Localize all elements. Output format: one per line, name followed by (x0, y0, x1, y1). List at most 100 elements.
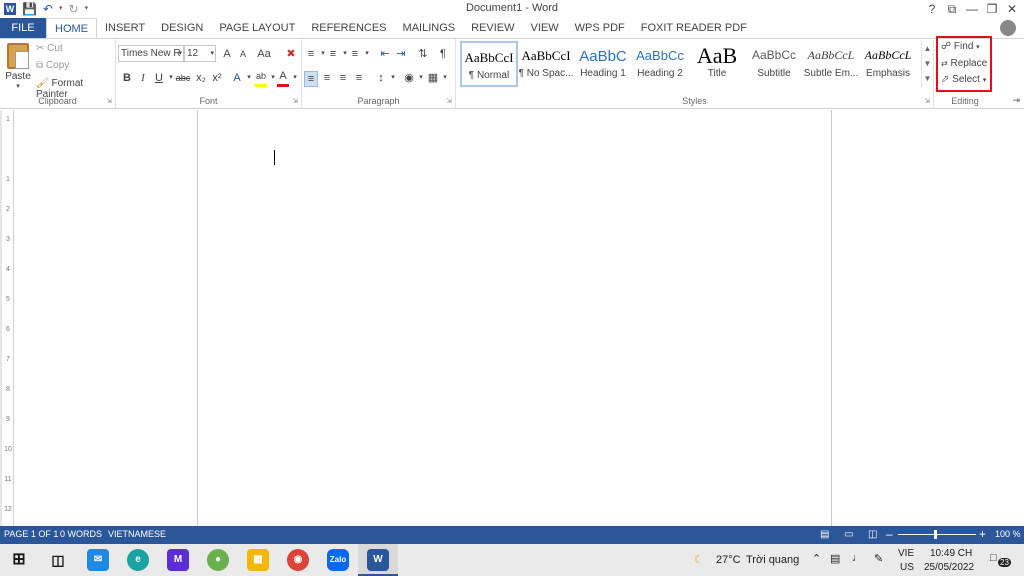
style-heading-2[interactable]: AaBbCc Heading 2 (631, 41, 689, 87)
clock-time[interactable]: 10:49 CH (930, 548, 972, 559)
read-mode-icon[interactable]: ▤ (820, 529, 829, 540)
style-subtitle[interactable]: AaBbCc Subtitle (745, 41, 803, 87)
italic-button[interactable]: I (136, 71, 150, 85)
style-no-spacing[interactable]: AaBbCcI ¶ No Spac... (517, 41, 575, 87)
tab-home[interactable]: HOME (46, 18, 97, 38)
app-green-icon[interactable]: ● (207, 549, 229, 571)
tab-file[interactable]: FILE (0, 18, 46, 38)
app-icon[interactable]: M (167, 549, 189, 571)
subscript-button[interactable]: x₂ (194, 71, 208, 85)
weather-temp[interactable]: 27°C (716, 554, 741, 566)
copy-button[interactable]: ⧉ Copy (36, 60, 69, 71)
page-count[interactable]: PAGE 1 OF 1 (4, 529, 58, 539)
minimize-button[interactable]: — (962, 0, 982, 18)
clock-date[interactable]: 25/05/2022 (924, 562, 974, 573)
shrink-font-icon[interactable]: A (236, 47, 250, 61)
show-paragraph-marks-icon[interactable]: ¶ (436, 47, 450, 61)
zoom-in-icon[interactable]: + (979, 527, 986, 541)
tab-insert[interactable]: INSERT (97, 18, 153, 38)
select-button[interactable]: ⬀ Select ▾ (941, 74, 986, 85)
volume-icon[interactable]: ♩ (852, 552, 863, 564)
align-left-icon[interactable]: ≡ (304, 71, 318, 87)
chrome-icon[interactable]: ◉ (287, 549, 309, 571)
document-page[interactable] (197, 110, 832, 526)
more-styles-icon[interactable]: ▼ (922, 71, 933, 86)
input-language-bottom[interactable]: US (900, 562, 914, 573)
restore-button[interactable]: ❐ (982, 0, 1002, 18)
chevron-up-icon[interactable]: ⌃ (812, 552, 821, 565)
font-name-combobox[interactable]: Times New R ▾ (118, 45, 184, 62)
style-normal[interactable]: AaBbCcI ¶ Normal (460, 41, 518, 87)
chevron-down-icon[interactable]: ▾ (178, 46, 182, 61)
close-button[interactable]: ✕ (1002, 0, 1022, 18)
paragraph-launcher-icon[interactable]: ⇲ (446, 97, 452, 105)
edge-icon[interactable]: e (127, 549, 149, 571)
paste-button[interactable]: Paste ▾ (4, 43, 32, 90)
chevron-down-icon[interactable]: ▾ (976, 44, 980, 51)
start-icon[interactable]: ⊞ (8, 549, 30, 571)
style-heading-1[interactable]: AaBbC Heading 1 (574, 41, 632, 87)
notification-icon[interactable]: □ (990, 552, 997, 564)
print-layout-icon[interactable]: ▭ (844, 529, 853, 540)
clipboard-launcher-icon[interactable]: ⇲ (106, 97, 112, 105)
align-center-icon[interactable]: ≡ (320, 71, 334, 85)
bold-button[interactable]: B (120, 71, 134, 85)
tab-design[interactable]: DESIGN (153, 18, 211, 38)
superscript-button[interactable]: x² (210, 71, 224, 85)
tab-foxit-reader-pdf[interactable]: FOXIT READER PDF (633, 18, 755, 38)
task-view-icon[interactable]: ◫ (47, 549, 69, 571)
increase-indent-icon[interactable]: ⇥ (394, 47, 408, 61)
tab-mailings[interactable]: MAILINGS (395, 18, 464, 38)
help-button[interactable]: ? (922, 0, 942, 18)
input-language-top[interactable]: VIE (898, 548, 914, 559)
grow-font-icon[interactable]: A (220, 47, 234, 61)
collapse-ribbon-icon[interactable]: ⇥ (1012, 95, 1020, 106)
align-right-icon[interactable]: ≡ (336, 71, 350, 85)
replace-button[interactable]: ⇄ Replace (941, 58, 987, 69)
justify-icon[interactable]: ≡ (352, 71, 366, 85)
strikethrough-button[interactable]: abc (174, 71, 192, 85)
styles-launcher-icon[interactable]: ⇲ (924, 97, 930, 105)
tab-review[interactable]: REVIEW (463, 18, 522, 38)
decrease-indent-icon[interactable]: ⇤ (378, 47, 392, 61)
file-explorer-icon[interactable]: ▦ (247, 549, 269, 571)
weather-text[interactable]: Trời quang (746, 554, 799, 566)
user-avatar[interactable] (1000, 20, 1016, 36)
weather-icon[interactable]: ☾ (694, 553, 704, 566)
chevron-down-icon[interactable]: ▾ (360, 47, 374, 61)
word-icon[interactable]: W (367, 549, 389, 571)
zoom-level[interactable]: 100 % (995, 529, 1021, 539)
proofing-language[interactable]: VIETNAMESE (108, 529, 166, 539)
chevron-down-icon[interactable]: ▾ (438, 71, 452, 85)
font-size-combobox[interactable]: 12 ▾ (184, 45, 216, 62)
scroll-up-icon[interactable]: ▲ (922, 41, 933, 56)
ribbon-display-options-button[interactable]: ⧉ (942, 0, 962, 18)
vertical-ruler[interactable]: 1 1 2 3 4 5 6 7 8 9 10 11 12 (2, 110, 14, 526)
chevron-down-icon[interactable]: ▾ (288, 71, 302, 85)
cut-button[interactable]: ✂ Cut (36, 43, 63, 54)
tab-view[interactable]: VIEW (523, 18, 567, 38)
paste-dropdown-icon[interactable]: ▾ (4, 82, 32, 90)
style-subtle-emphasis[interactable]: AaBbCcL Subtle Em... (802, 41, 860, 87)
tab-page-layout[interactable]: PAGE LAYOUT (211, 18, 303, 38)
style-emphasis[interactable]: AaBbCcL Emphasis (859, 41, 917, 87)
chevron-down-icon[interactable]: ▾ (210, 46, 214, 61)
web-layout-icon[interactable]: ◫ (868, 529, 877, 540)
word-count[interactable]: 0 WORDS (60, 529, 102, 539)
pen-icon[interactable]: ✎ (874, 552, 883, 565)
scroll-down-icon[interactable]: ▼ (922, 56, 933, 71)
style-title[interactable]: AaB Title (688, 41, 746, 87)
clear-formatting-icon[interactable]: ✖ (284, 47, 298, 61)
zoom-slider-thumb[interactable] (934, 530, 937, 539)
zalo-icon[interactable]: Zalo (327, 549, 349, 571)
tab-wps-pdf[interactable]: WPS PDF (567, 18, 633, 38)
sort-icon[interactable]: ⇅ (416, 47, 430, 61)
change-case-icon[interactable]: Aa (254, 47, 274, 61)
network-icon[interactable]: ▤ (830, 552, 840, 565)
chevron-down-icon[interactable]: ▾ (386, 71, 400, 85)
chevron-down-icon[interactable]: ▾ (983, 77, 987, 84)
mail-icon[interactable]: ✉ (87, 549, 109, 571)
font-launcher-icon[interactable]: ⇲ (292, 97, 298, 105)
find-button[interactable]: ☍ Find ▾ (941, 41, 980, 52)
tab-references[interactable]: REFERENCES (303, 18, 394, 38)
